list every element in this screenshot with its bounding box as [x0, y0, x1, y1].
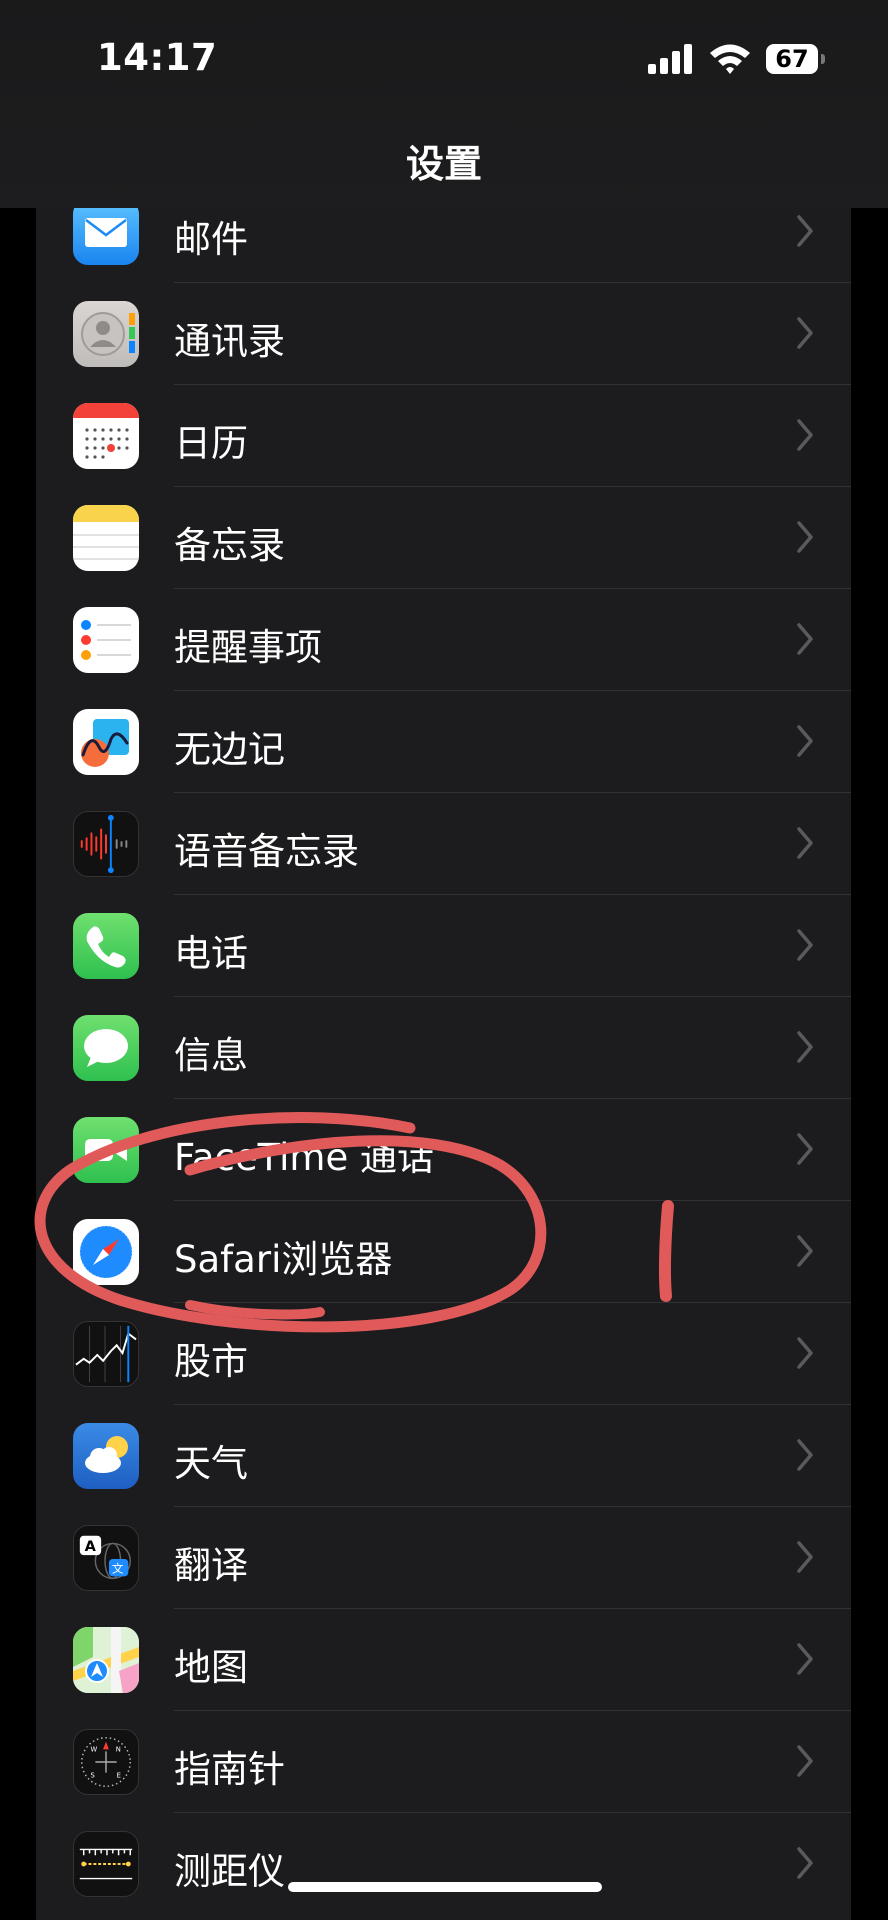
phone-icon — [73, 913, 139, 979]
row-label: 股市 — [174, 1340, 248, 1383]
settings-row-calendar[interactable]: 日历 — [36, 385, 851, 487]
settings-row-maps[interactable]: 地图 — [36, 1609, 851, 1711]
chevron-right-icon — [797, 623, 813, 655]
chevron-right-icon — [797, 1847, 813, 1879]
row-label: 无边记 — [174, 728, 285, 771]
chevron-right-icon — [797, 1337, 813, 1369]
svg-text:W: W — [90, 1745, 97, 1753]
row-label: 电话 — [174, 932, 248, 975]
settings-row-compass[interactable]: W N S E 指南针 — [36, 1711, 851, 1813]
settings-list: 邮件 通讯录 日历 备忘录 提醒事项 无边记 语音备忘录 电话 信息 FaceT… — [36, 208, 851, 1920]
settings-row-facetime[interactable]: FaceTime 通话 — [36, 1099, 851, 1201]
row-label: 测距仪 — [174, 1850, 285, 1893]
row-label: 邮件 — [174, 218, 248, 261]
notes-icon — [73, 505, 139, 571]
chevron-right-icon — [797, 1031, 813, 1063]
settings-row-safari[interactable]: Safari浏览器 — [36, 1201, 851, 1303]
settings-row-measure[interactable]: 测距仪 — [36, 1813, 851, 1915]
row-label: 语音备忘录 — [174, 830, 359, 873]
settings-row-phone[interactable]: 电话 — [36, 895, 851, 997]
chevron-right-icon — [797, 215, 813, 247]
row-label: 翻译 — [174, 1544, 248, 1587]
chevron-right-icon — [797, 419, 813, 451]
translate-icon: A文 — [73, 1525, 139, 1591]
svg-text:E: E — [117, 1772, 121, 1780]
safari-icon — [73, 1219, 139, 1285]
stocks-icon — [73, 1321, 139, 1387]
calendar-icon — [73, 403, 139, 469]
row-label: 备忘录 — [174, 524, 285, 567]
chevron-right-icon — [797, 725, 813, 757]
status-and-navigation-bar: 14:17 67 设置 — [0, 0, 888, 208]
svg-text:N: N — [116, 1745, 121, 1753]
row-label: 日历 — [174, 422, 248, 465]
measure-icon — [73, 1831, 139, 1897]
chevron-right-icon — [797, 521, 813, 553]
settings-row-contacts[interactable]: 通讯录 — [36, 283, 851, 385]
reminders-icon — [73, 607, 139, 673]
row-label: FaceTime 通话 — [174, 1136, 434, 1179]
chevron-right-icon — [797, 317, 813, 349]
settings-row-translate[interactable]: A文 翻译 — [36, 1507, 851, 1609]
svg-text:A: A — [85, 1539, 97, 1555]
weather-icon — [73, 1423, 139, 1489]
chevron-right-icon — [797, 1133, 813, 1165]
chevron-right-icon — [797, 1235, 813, 1267]
row-label: 地图 — [174, 1646, 248, 1689]
row-label: Safari浏览器 — [174, 1238, 393, 1281]
battery-icon: 67 — [766, 44, 828, 74]
settings-row-stocks[interactable]: 股市 — [36, 1303, 851, 1405]
chevron-right-icon — [797, 1541, 813, 1573]
chevron-right-icon — [797, 1439, 813, 1471]
maps-icon — [73, 1627, 139, 1693]
mail-icon — [73, 208, 139, 265]
settings-row-messages[interactable]: 信息 — [36, 997, 851, 1099]
row-label: 提醒事项 — [174, 626, 322, 669]
page-title: 设置 — [405, 142, 482, 186]
settings-row-notes[interactable]: 备忘录 — [36, 487, 851, 589]
row-label: 信息 — [174, 1034, 248, 1077]
settings-row-freeform[interactable]: 无边记 — [36, 691, 851, 793]
row-label: 天气 — [174, 1442, 248, 1485]
home-indicator[interactable] — [288, 1882, 602, 1892]
chevron-right-icon — [797, 929, 813, 961]
chevron-right-icon — [797, 1745, 813, 1777]
voice-memos-icon — [73, 811, 139, 877]
facetime-icon — [73, 1117, 139, 1183]
wifi-icon — [710, 44, 750, 74]
compass-icon: W N S E — [73, 1729, 139, 1795]
messages-icon — [73, 1015, 139, 1081]
freeform-icon — [73, 709, 139, 775]
status-time: 14:17 — [97, 36, 218, 79]
chevron-right-icon — [797, 827, 813, 859]
chevron-right-icon — [797, 1643, 813, 1675]
svg-text:S: S — [90, 1772, 94, 1780]
cellular-signal-icon — [648, 44, 692, 74]
battery-level: 67 — [766, 44, 818, 74]
settings-row-mail[interactable]: 邮件 — [36, 208, 851, 283]
contacts-icon — [73, 301, 139, 367]
settings-row-weather[interactable]: 天气 — [36, 1405, 851, 1507]
settings-row-reminders[interactable]: 提醒事项 — [36, 589, 851, 691]
settings-row-voice-memos[interactable]: 语音备忘录 — [36, 793, 851, 895]
row-label: 通讯录 — [174, 320, 285, 363]
row-label: 指南针 — [174, 1748, 285, 1791]
svg-text:文: 文 — [112, 1562, 124, 1576]
